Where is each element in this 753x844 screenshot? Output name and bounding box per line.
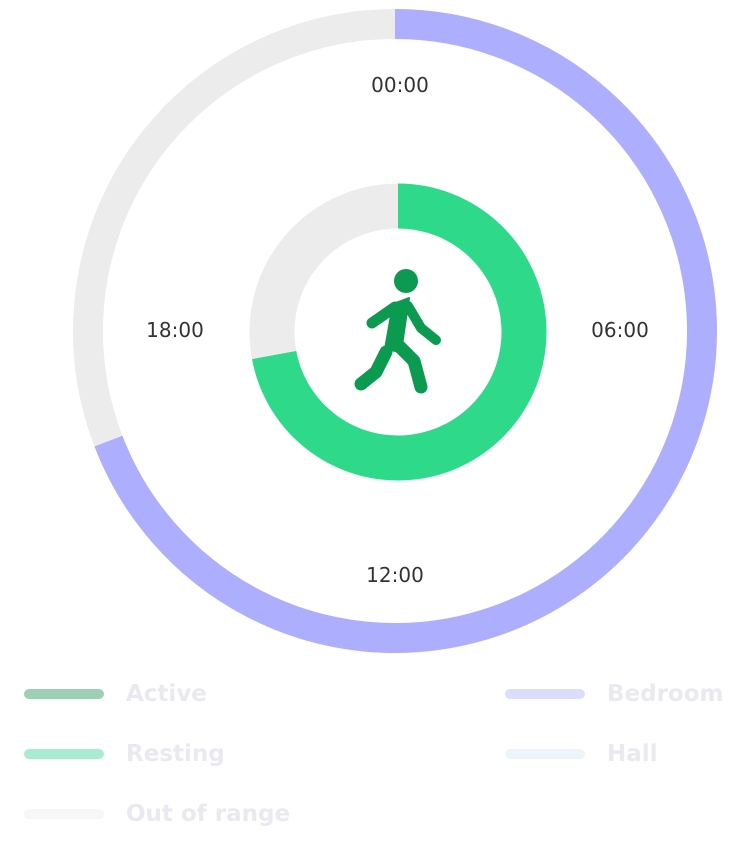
legend-label: Bedroom: [607, 681, 724, 707]
hour-label-06: 06:00: [591, 318, 649, 342]
legend-swatch: [505, 749, 585, 759]
legend-label: Resting: [126, 741, 225, 767]
activity-clock-chart: 00:00 06:00 12:00 18:00: [73, 9, 717, 653]
hour-label-00: 00:00: [371, 73, 429, 97]
legend-label: Out of range: [126, 801, 291, 827]
legend-swatch: [24, 809, 104, 819]
inner-ring-segment-out-of-range: [249, 183, 399, 360]
legend-item-bedroom[interactable]: Bedroom: [505, 664, 724, 724]
legend-item-hall[interactable]: Hall: [505, 724, 658, 784]
legend-item-active[interactable]: Active: [24, 664, 207, 724]
legend-swatch: [505, 689, 585, 699]
legend-swatch: [24, 749, 104, 759]
legend-label: Active: [126, 681, 207, 707]
legend-swatch: [24, 689, 104, 699]
hour-label-12: 12:00: [366, 563, 424, 587]
legend-item-out-of-range[interactable]: Out of range: [24, 784, 290, 844]
chart-legend: Active Resting Out of range Bedroom Hall: [0, 660, 753, 832]
legend-label: Hall: [607, 741, 658, 767]
walking-person-icon: [354, 269, 441, 394]
legend-item-resting[interactable]: Resting: [24, 724, 225, 784]
hour-label-18: 18:00: [146, 318, 204, 342]
